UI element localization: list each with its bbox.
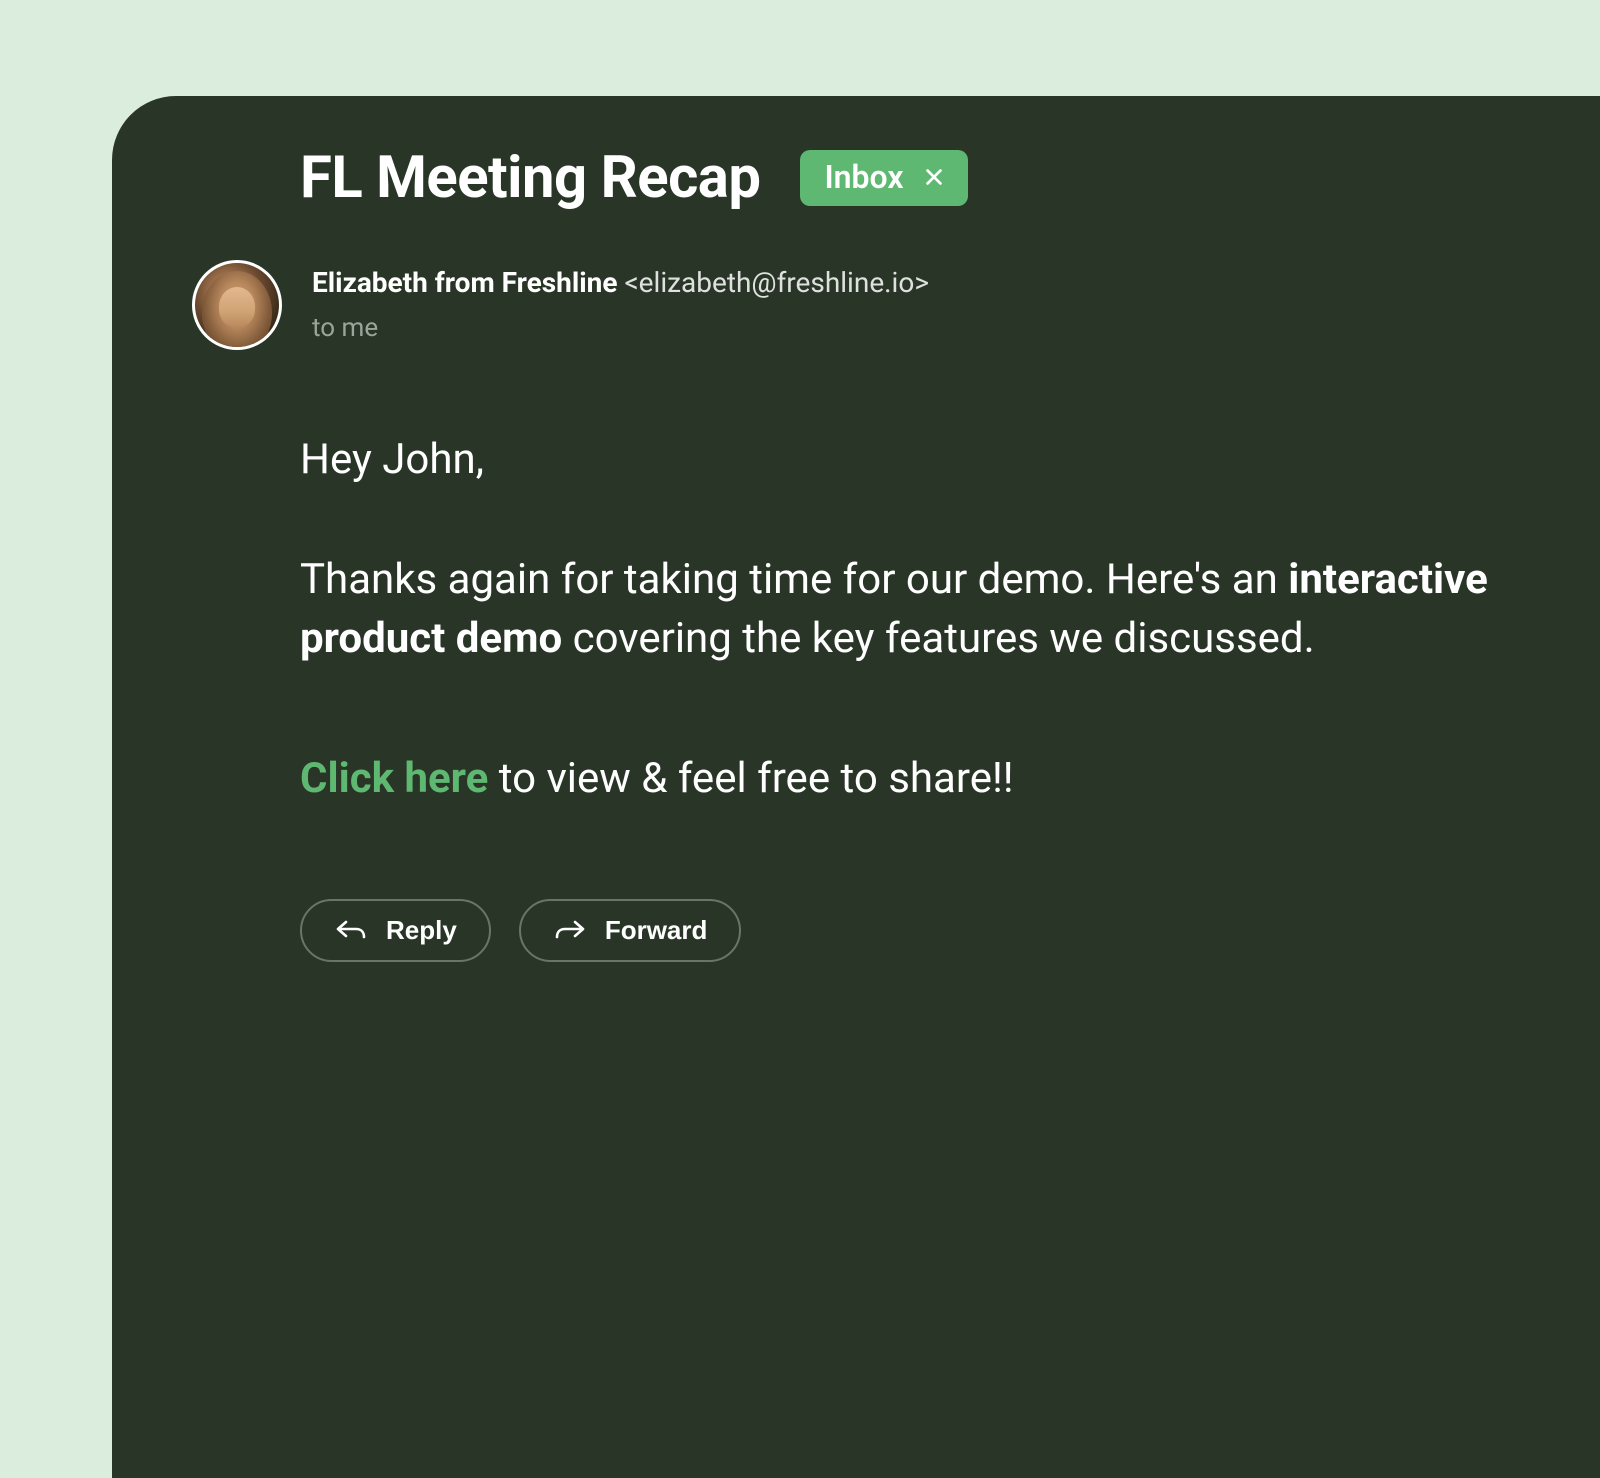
- cta-rest: to view & feel free to share!!: [488, 754, 1013, 803]
- forward-icon: [553, 917, 587, 943]
- forward-label: Forward: [605, 915, 708, 946]
- email-body: Hey John, Thanks again for taking time f…: [300, 430, 1540, 809]
- reply-label: Reply: [386, 915, 457, 946]
- body-paragraph-1: Thanks again for taking time for our dem…: [300, 550, 1540, 669]
- avatar: [192, 260, 282, 350]
- inbox-badge[interactable]: Inbox: [800, 150, 967, 206]
- sender-name: Elizabeth from Freshline: [312, 266, 618, 299]
- close-icon[interactable]: [922, 165, 946, 189]
- sender-row: Elizabeth from Freshline <elizabeth@fres…: [192, 260, 1600, 350]
- recipient-line: to me: [312, 313, 929, 343]
- forward-button[interactable]: Forward: [519, 899, 742, 962]
- email-card: FL Meeting Recap Inbox Elizabeth from Fr…: [112, 96, 1600, 1478]
- body-greeting: Hey John,: [300, 430, 1540, 490]
- sender-email: <elizabeth@freshline.io>: [624, 266, 929, 299]
- reply-button[interactable]: Reply: [300, 899, 491, 962]
- sender-meta: Elizabeth from Freshline <elizabeth@fres…: [312, 260, 929, 343]
- sender-line: Elizabeth from Freshline <elizabeth@fres…: [312, 266, 929, 299]
- body-text: covering the key features we discussed.: [562, 614, 1314, 663]
- email-header: FL Meeting Recap Inbox: [300, 144, 1600, 212]
- body-cta-line: Click here to view & feel free to share!…: [300, 749, 1540, 809]
- email-subject: FL Meeting Recap: [300, 144, 760, 212]
- inbox-badge-label: Inbox: [824, 158, 903, 196]
- actions-row: Reply Forward: [300, 899, 1600, 962]
- body-text: Thanks again for taking time for our dem…: [300, 555, 1288, 604]
- cta-link[interactable]: Click here: [300, 754, 488, 803]
- reply-icon: [334, 917, 368, 943]
